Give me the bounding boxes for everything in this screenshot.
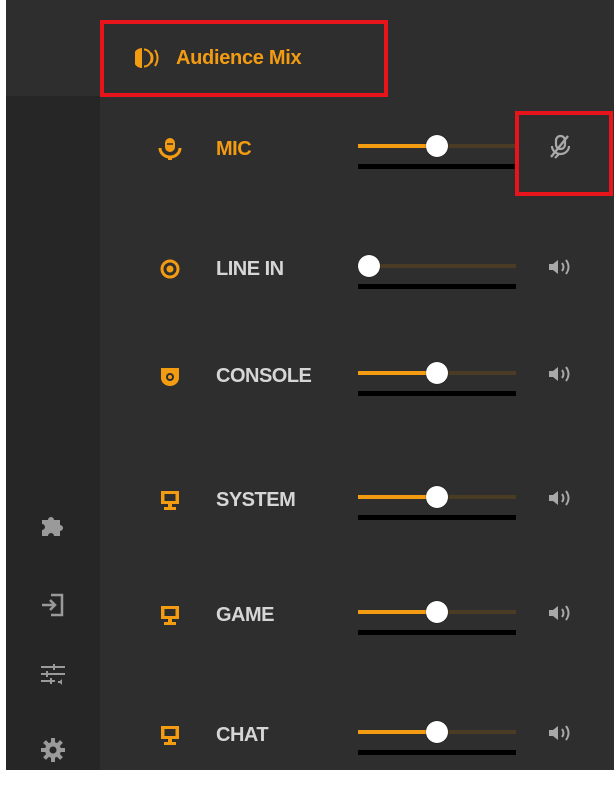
console-icon bbox=[155, 346, 185, 406]
speaker-icon bbox=[547, 603, 573, 628]
audience-mix-header[interactable]: Audience Mix bbox=[100, 20, 386, 96]
speaker-icon bbox=[547, 257, 573, 282]
mute-toggle-button[interactable] bbox=[540, 131, 580, 167]
volume-slider[interactable] bbox=[358, 251, 516, 281]
channel-label: CONSOLE bbox=[216, 365, 312, 387]
channel-label: CHAT bbox=[216, 724, 269, 746]
level-meter bbox=[358, 164, 516, 169]
volume-slider[interactable] bbox=[358, 717, 516, 747]
speaker-icon bbox=[547, 488, 573, 513]
speaker-toggle-button[interactable] bbox=[540, 251, 580, 287]
mixer-sliders-icon[interactable] bbox=[38, 660, 68, 690]
channel-row-mic: MIC bbox=[100, 119, 614, 179]
volume-thumb[interactable] bbox=[426, 362, 448, 384]
channel-label: SYSTEM bbox=[216, 489, 296, 511]
speaker-icon bbox=[547, 723, 573, 748]
volume-thumb[interactable] bbox=[426, 135, 448, 157]
puzzle-icon[interactable] bbox=[38, 510, 68, 540]
channel-row-chat: CHAT bbox=[100, 705, 614, 765]
level-meter bbox=[358, 630, 516, 635]
level-meter bbox=[358, 515, 516, 520]
volume-thumb[interactable] bbox=[358, 255, 380, 277]
audience-mix-title: Audience Mix bbox=[176, 46, 302, 69]
gear-icon[interactable] bbox=[38, 735, 68, 765]
microphone-icon bbox=[155, 119, 185, 179]
channel-label: MIC bbox=[216, 138, 252, 160]
volume-thumb[interactable] bbox=[426, 601, 448, 623]
channel-label: GAME bbox=[216, 604, 275, 626]
speaker-toggle-button[interactable] bbox=[540, 717, 580, 753]
volume-slider[interactable] bbox=[358, 131, 516, 161]
volume-slider[interactable] bbox=[358, 482, 516, 512]
speaker-toggle-button[interactable] bbox=[540, 597, 580, 633]
volume-track bbox=[358, 264, 516, 268]
speaker-icon bbox=[547, 364, 573, 389]
audience-mix-panel: Audience Mix MIC LINE IN CONSOLE SYSTEM … bbox=[100, 0, 614, 770]
audience-speaker-icon bbox=[135, 46, 163, 70]
level-meter bbox=[358, 750, 516, 755]
sidebar-top bbox=[6, 0, 100, 96]
volume-thumb[interactable] bbox=[426, 486, 448, 508]
volume-slider[interactable] bbox=[358, 358, 516, 388]
mic-muted-icon bbox=[546, 133, 574, 166]
channel-row-system: SYSTEM bbox=[100, 470, 614, 530]
volume-slider[interactable] bbox=[358, 597, 516, 627]
line-in-icon bbox=[155, 239, 185, 299]
channel-row-line-in: LINE IN bbox=[100, 239, 614, 299]
speaker-toggle-button[interactable] bbox=[540, 482, 580, 518]
channel-row-console: CONSOLE bbox=[100, 346, 614, 406]
level-meter bbox=[358, 284, 516, 289]
sidebar bbox=[6, 0, 100, 770]
monitor-icon bbox=[155, 470, 185, 530]
monitor-icon bbox=[155, 585, 185, 645]
level-meter bbox=[358, 391, 516, 396]
channel-row-game: GAME bbox=[100, 585, 614, 645]
sign-in-icon[interactable] bbox=[38, 590, 68, 620]
speaker-toggle-button[interactable] bbox=[540, 358, 580, 394]
channel-label: LINE IN bbox=[216, 258, 284, 280]
monitor-icon bbox=[155, 705, 185, 765]
audio-mixer-app: Audience Mix MIC LINE IN CONSOLE SYSTEM … bbox=[0, 0, 614, 787]
volume-thumb[interactable] bbox=[426, 721, 448, 743]
